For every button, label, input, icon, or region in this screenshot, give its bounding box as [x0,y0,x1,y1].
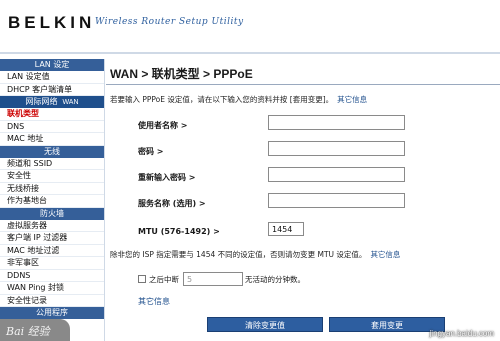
title-divider [106,84,500,85]
username-label: 使用者名称 > [138,121,188,130]
sidebar-item-virtual-server[interactable]: 虚拟服务器 [0,220,104,232]
main-content: WAN > 联机类型 > PPPoE 若要输入 PPPoE 设定值，请在以下输入… [106,59,500,341]
password-input[interactable] [268,141,405,156]
retype-password-input[interactable] [268,167,405,182]
service-name-input[interactable] [268,193,405,208]
idle-disconnect-row: 之后中断 无活动的分钟数。 [138,272,305,286]
sidebar-section-label: 防火墙 [40,208,64,218]
sidebar-item-lan-settings[interactable]: LAN 设定值 [0,71,104,84]
sidebar-section-firewall[interactable]: 防火墙 [0,207,104,220]
header: BELKIN Wireless Router Setup Utility [0,0,500,56]
sidebar-item-channel-ssid[interactable]: 频道和 SSID [0,158,104,170]
mtu-note-text: 除非您的 ISP 指定需要与 1454 不同的设定值，否则请勿变更 MTU 设定… [110,250,367,259]
apply-changes-button[interactable]: 套用变更 [329,317,445,332]
sidebar-section-label-en: WAN [62,99,79,106]
sidebar-section-wan[interactable]: 网际网络 WAN [0,96,104,108]
sidebar: LAN 设定 LAN 设定值 DHCP 客户端清单 网际网络 WAN 联机类型 D… [0,59,105,341]
sidebar-item-dhcp-client-list[interactable]: DHCP 客户端清单 [0,84,104,96]
sidebar-item-mac-address[interactable]: MAC 地址 [0,133,104,146]
sidebar-item-ddns[interactable]: DDNS [0,270,104,282]
intro-text: 若要输入 PPPoE 设定值，请在以下输入您的资料并按 [套用变更]。 其它信息 [110,94,367,105]
idle-disconnect-checkbox[interactable] [138,275,146,283]
idle-disconnect-prefix: 之后中断 [149,274,179,284]
mtu-label: MTU (576-1492) > [138,227,220,236]
watermark-badge-text: Bai 经验 [6,325,50,338]
mtu-input[interactable] [268,222,304,236]
more-info-link[interactable]: 其它信息 [337,95,367,104]
watermark-badge: Bai 经验 [0,319,70,341]
password-label: 密码 > [138,147,164,156]
sidebar-item-mac-filter[interactable]: MAC 地址过滤 [0,245,104,257]
sidebar-section-wireless[interactable]: 无线 [0,145,104,158]
page-title: WAN > 联机类型 > PPPoE [110,67,253,81]
sidebar-section-label: LAN 设定 [34,60,70,69]
sidebar-section-label: 网际网络 [25,97,58,106]
idle-disconnect-suffix: 无活动的分钟数。 [245,274,305,284]
brand-logo: BELKIN [8,13,96,32]
sidebar-item-wireless-bridge[interactable]: 无线桥接 [0,183,104,195]
sidebar-item-security-log[interactable]: 安全性记录 [0,295,104,307]
username-input[interactable] [268,115,405,130]
mtu-note: 除非您的 ISP 指定需要与 1454 不同的设定值，否则请勿变更 MTU 设定… [110,249,400,260]
sidebar-section-utilities[interactable]: 公用程序 [0,307,104,319]
mtu-more-info-link[interactable]: 其它信息 [370,250,400,259]
tagline: Wireless Router Setup Utility [95,17,244,27]
sidebar-item-wan-ping-block[interactable]: WAN Ping 封锁 [0,282,104,295]
idle-minutes-input[interactable] [183,272,243,286]
sidebar-section-label: 无线 [44,146,60,156]
retype-password-label: 重新输入密码 > [138,173,196,182]
sidebar-item-wireless-security[interactable]: 安全性 [0,170,104,183]
sidebar-section-label: 公用程序 [36,308,68,317]
sidebar-section-lan[interactable]: LAN 设定 [0,59,104,71]
service-name-label: 服务名称 (选用) > [138,199,206,208]
sidebar-item-connection-type[interactable]: 联机类型 [0,108,104,121]
sidebar-item-dmz[interactable]: 非军事区 [0,257,104,270]
sidebar-item-access-point[interactable]: 作为基地台 [0,195,104,208]
more-info-link-bottom[interactable]: 其它信息 [138,296,170,307]
sidebar-item-dns[interactable]: DNS [0,121,104,133]
sidebar-item-client-ip-filter[interactable]: 客户端 IP 过滤器 [0,232,104,245]
watermark: jingyan.baidu.com [429,329,494,338]
clear-changes-button[interactable]: 清除变更值 [207,317,323,332]
header-divider-secondary [0,52,500,54]
intro-description: 若要输入 PPPoE 设定值，请在以下输入您的资料并按 [套用变更]。 [110,95,334,104]
